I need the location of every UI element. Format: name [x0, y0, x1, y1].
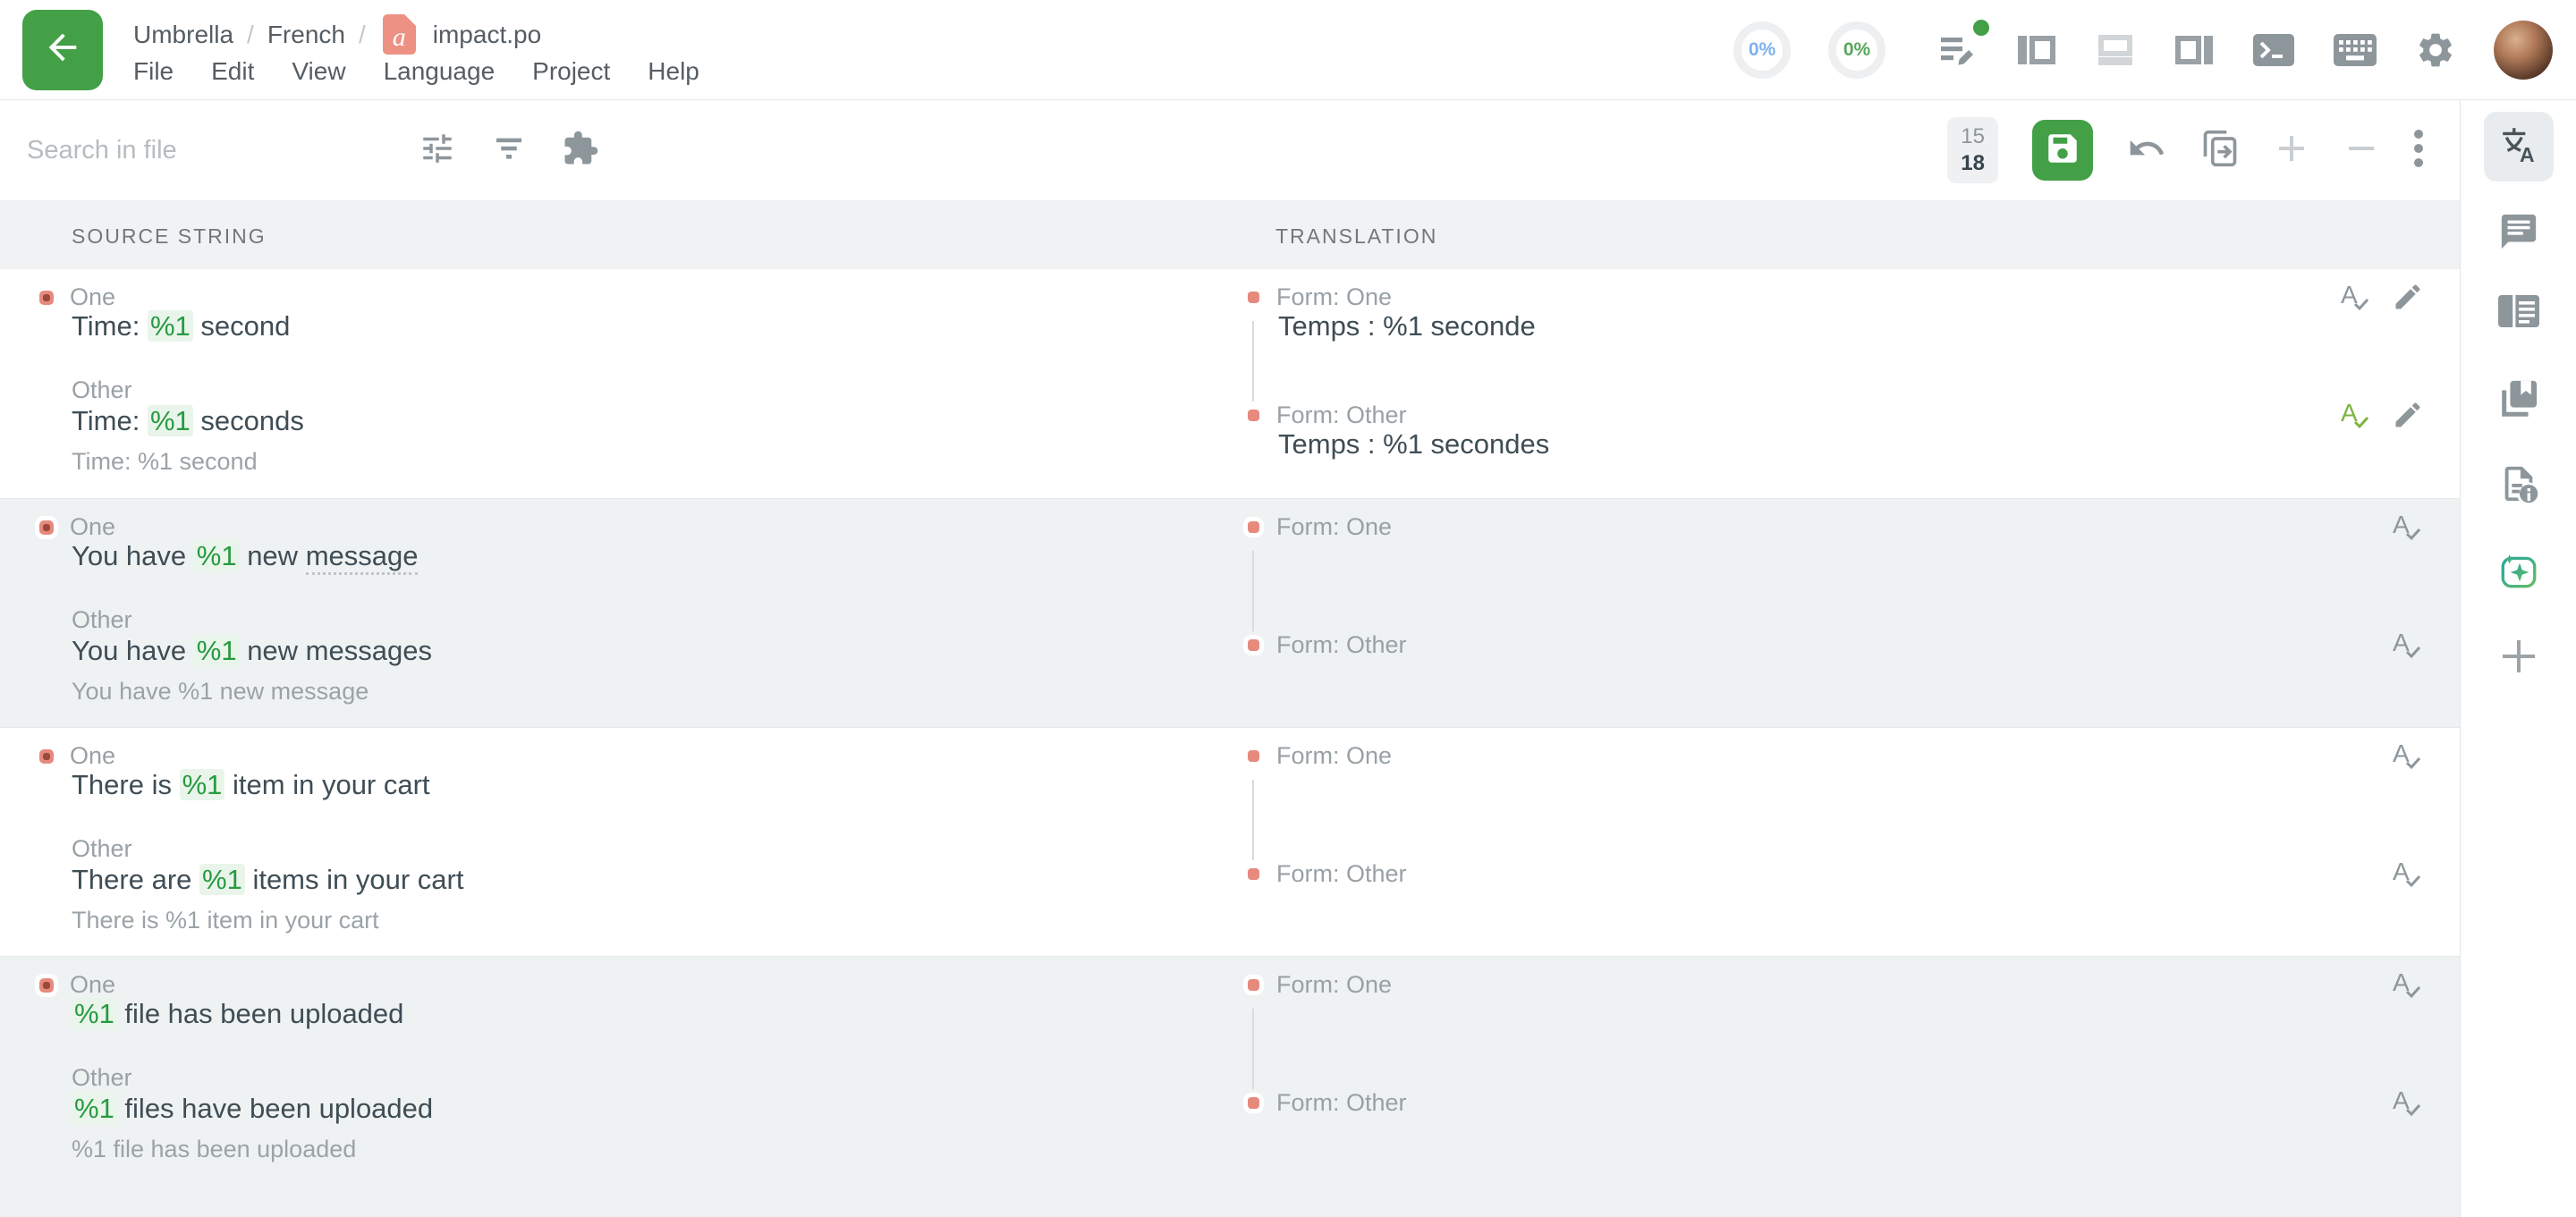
source-reference: You have %1 new message [72, 678, 369, 706]
form-marker [1248, 868, 1259, 880]
ai-assistant-icon[interactable] [2497, 550, 2540, 593]
table-row[interactable]: One You have %1 new message Other You ha… [0, 498, 2460, 727]
source-column-header: SOURCE STRING [72, 224, 267, 249]
layout-left-icon[interactable] [2016, 33, 2057, 67]
plural-marker [39, 978, 54, 993]
user-avatar[interactable] [2494, 21, 2553, 80]
source-text-other[interactable]: %1 files have been uploaded [72, 1093, 433, 1125]
file-toolbar: 15 18 [0, 100, 2460, 201]
source-text-one[interactable]: There is %1 item in your cart [72, 769, 430, 801]
plural-marker [39, 291, 54, 305]
settings-icon[interactable] [2415, 30, 2456, 71]
string-counter: 15 18 [1947, 117, 1998, 183]
progress-ring-approved: 0% [1828, 21, 1885, 79]
menu-bar: File Edit View Language Project Help [133, 57, 699, 86]
undo-icon[interactable] [2127, 129, 2166, 173]
svg-text:A: A [2520, 142, 2535, 165]
file-type-icon: a [383, 14, 416, 55]
form-guide-line [1252, 551, 1254, 631]
form-marker [1248, 979, 1259, 991]
plural-marker [39, 520, 54, 535]
activity-log-icon[interactable] [1936, 29, 1979, 72]
back-arrow-icon [42, 27, 83, 72]
table-row[interactable]: One %1 file has been uploaded Other %1 f… [0, 956, 2460, 1217]
form-marker [1248, 292, 1259, 303]
table-header: SOURCE STRING TRANSLATION [0, 201, 2460, 269]
form-guide-line [1252, 780, 1254, 860]
add-icon[interactable] [2274, 131, 2309, 171]
spellcheck-icon[interactable]: A [2390, 510, 2424, 548]
glossary-icon[interactable] [2498, 378, 2539, 419]
work-area: 15 18 [0, 100, 2576, 1217]
edit-icon[interactable] [2392, 281, 2424, 317]
translation-column-header: TRANSLATION [1275, 224, 1437, 249]
add-panel-icon[interactable] [2501, 638, 2537, 674]
source-reference: %1 file has been uploaded [72, 1136, 356, 1163]
form-marker [1248, 1097, 1259, 1109]
top-bar: Umbrella / French / a impact.po File Edi… [0, 0, 2576, 100]
tune-icon[interactable] [419, 130, 456, 172]
spellcheck-icon[interactable]: A [2390, 739, 2424, 777]
copy-icon[interactable] [2200, 129, 2240, 173]
source-text-one[interactable]: You have %1 new message [72, 540, 418, 572]
breadcrumb-file[interactable]: impact.po [433, 21, 541, 49]
translate-panel-button[interactable]: A [2484, 112, 2554, 182]
plural-marker [39, 749, 54, 764]
form-marker [1248, 521, 1259, 533]
source-text-other[interactable]: You have %1 new messages [72, 635, 432, 667]
edit-icon[interactable] [2392, 399, 2424, 435]
spellcheck-icon[interactable]: A [2338, 280, 2372, 318]
notification-dot [1971, 18, 1991, 38]
translation-text-other[interactable]: Temps : %1 secondes [1278, 428, 1549, 461]
spellcheck-icon[interactable]: A [2338, 398, 2372, 436]
filter-icon[interactable] [490, 130, 528, 172]
menu-item-help[interactable]: Help [648, 57, 699, 86]
file-info-icon[interactable] [2498, 463, 2539, 504]
layout-bottom-icon[interactable] [2095, 33, 2136, 67]
source-text-one[interactable]: Time: %1 second [72, 310, 290, 342]
form-marker [1248, 750, 1259, 762]
form-marker [1248, 639, 1259, 651]
spellcheck-icon[interactable]: A [2390, 857, 2424, 895]
terminal-icon[interactable] [2252, 32, 2295, 68]
spellcheck-icon[interactable]: A [2390, 628, 2424, 666]
translate-icon: A [2498, 124, 2539, 170]
menu-item-view[interactable]: View [292, 57, 345, 86]
progress-ring-translated: 0% [1733, 21, 1791, 79]
back-button[interactable] [22, 10, 103, 90]
form-marker [1248, 410, 1259, 421]
layout-right-icon[interactable] [2174, 33, 2215, 67]
source-text-other[interactable]: There are %1 items in your cart [72, 864, 463, 896]
plugin-icon[interactable] [562, 130, 599, 172]
breadcrumb-language[interactable]: French [267, 21, 345, 49]
breadcrumb-project[interactable]: Umbrella [133, 21, 233, 49]
more-menu-icon[interactable] [2413, 128, 2424, 173]
translation-text-one[interactable]: Temps : %1 seconde [1278, 310, 1536, 342]
save-button[interactable] [2032, 120, 2093, 181]
menu-item-file[interactable]: File [133, 57, 174, 86]
editor-column: 15 18 [0, 100, 2461, 1217]
table-row[interactable]: One Time: %1 second Other Time: %1 secon… [0, 269, 2460, 498]
save-icon [2044, 130, 2081, 172]
spellcheck-icon[interactable]: A [2390, 1086, 2424, 1124]
translation-memory-icon[interactable] [2497, 294, 2540, 328]
remove-icon[interactable] [2343, 131, 2379, 171]
right-sidebar: A [2461, 100, 2576, 1217]
breadcrumb: Umbrella / French / a impact.po [133, 14, 699, 55]
string-list: One Time: %1 second Other Time: %1 secon… [0, 269, 2460, 1217]
source-reference: There is %1 item in your cart [72, 907, 379, 934]
form-guide-line [1252, 1009, 1254, 1089]
search-input[interactable] [27, 136, 402, 165]
menu-item-edit[interactable]: Edit [211, 57, 254, 86]
source-text-other[interactable]: Time: %1 seconds [72, 405, 304, 437]
source-reference: Time: %1 second [72, 448, 258, 476]
source-text-one[interactable]: %1 file has been uploaded [72, 998, 403, 1030]
spellcheck-icon[interactable]: A [2390, 968, 2424, 1006]
comments-icon[interactable] [2498, 211, 2539, 252]
menu-item-language[interactable]: Language [384, 57, 496, 86]
menu-item-project[interactable]: Project [532, 57, 610, 86]
form-guide-line [1252, 321, 1254, 401]
table-row[interactable]: One There is %1 item in your cart Other … [0, 727, 2460, 956]
keyboard-shortcuts-icon[interactable] [2333, 33, 2377, 67]
